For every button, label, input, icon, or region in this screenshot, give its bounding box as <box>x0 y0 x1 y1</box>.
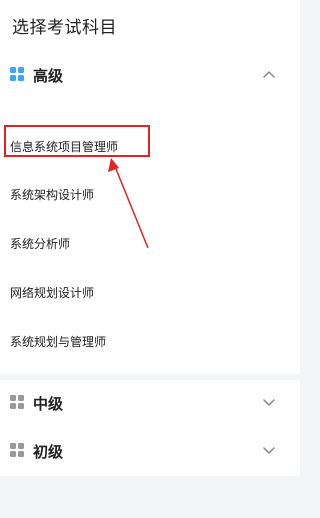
page-header: 选择考试科目 <box>0 0 300 52</box>
chevron-down-icon <box>263 447 275 454</box>
subject-item-system-planning-manager[interactable]: 系统规划与管理师 <box>0 319 300 367</box>
subject-label: 系统规划与管理师 <box>10 335 107 349</box>
section-advanced-label: 高级 <box>33 67 64 85</box>
chevron-down-icon <box>263 399 275 406</box>
section-intermediate-header[interactable]: 中级 <box>0 380 300 428</box>
subject-label: 系统分析师 <box>10 237 71 251</box>
subject-item-architect[interactable]: 系统架构设计师 <box>0 172 300 220</box>
subject-item-analyst[interactable]: 系统分析师 <box>0 221 300 269</box>
grid-icon <box>10 67 25 82</box>
section-junior-label: 初级 <box>33 443 64 461</box>
highlight-box <box>4 125 150 157</box>
section-advanced: 高级 信息系统项目管理师 系统架构设计师 系统分析师 网络规划设计师 系统规划与… <box>0 52 300 374</box>
page-title: 选择考试科目 <box>12 18 117 38</box>
chevron-up-icon <box>263 71 275 78</box>
section-junior-header[interactable]: 初级 <box>0 428 300 476</box>
subject-item-network-planner[interactable]: 网络规划设计师 <box>0 270 300 318</box>
section-intermediate: 中级 <box>0 380 300 428</box>
section-junior: 初级 <box>0 428 300 476</box>
subject-label: 系统架构设计师 <box>10 188 95 202</box>
grid-icon <box>10 443 25 458</box>
grid-icon <box>10 395 25 410</box>
section-advanced-header[interactable]: 高级 <box>0 52 300 100</box>
subject-label: 网络规划设计师 <box>10 286 95 300</box>
section-intermediate-label: 中级 <box>33 395 64 413</box>
